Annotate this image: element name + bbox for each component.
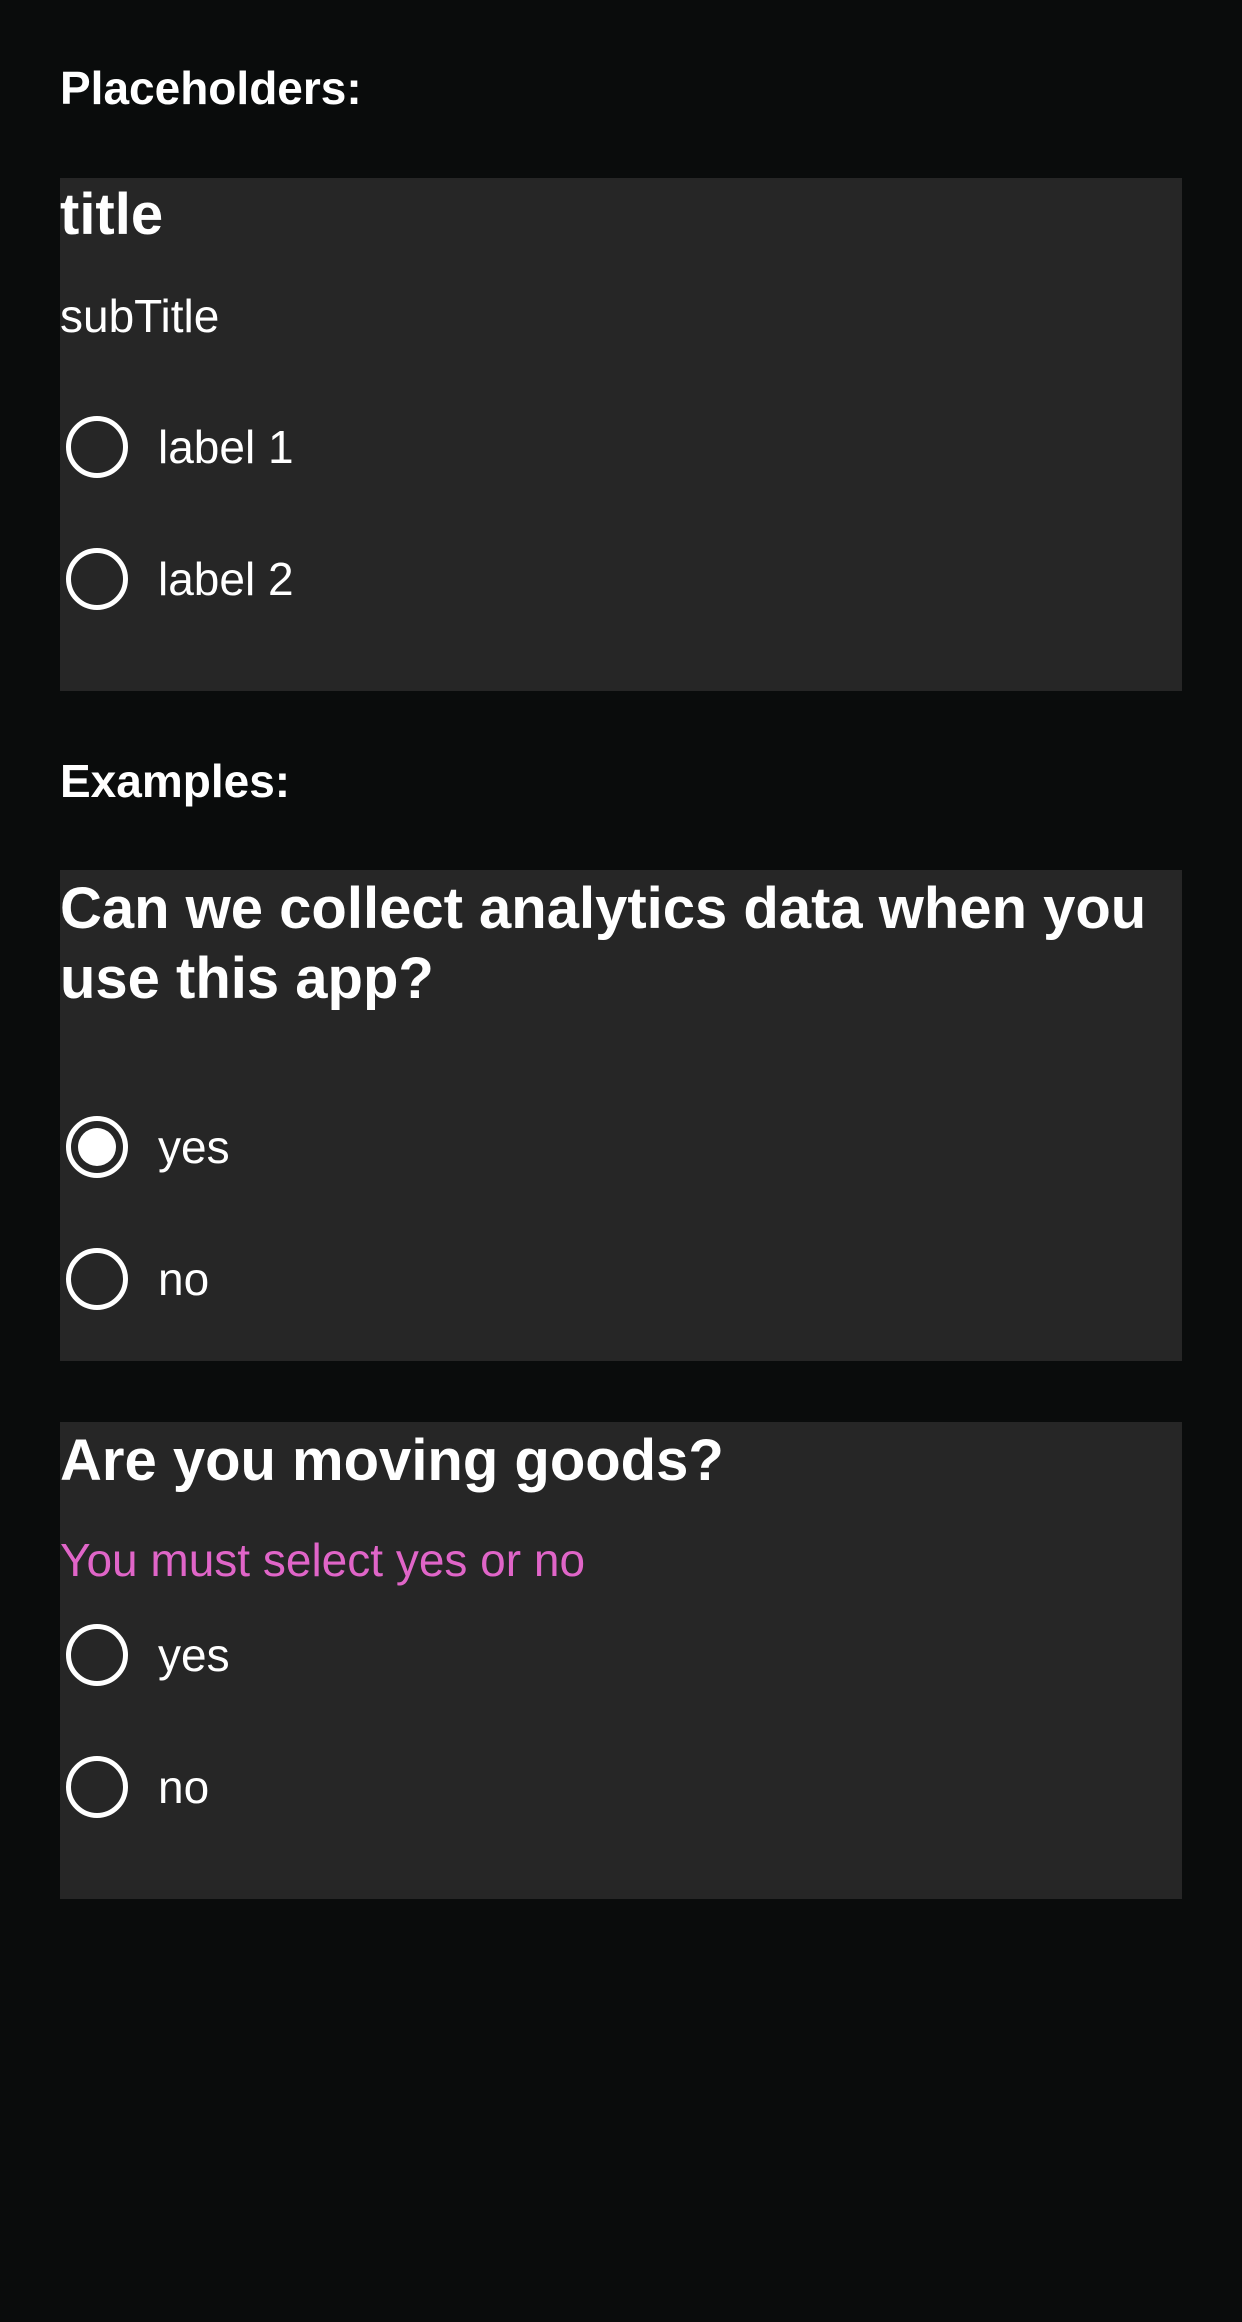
radio-unchecked-icon[interactable] bbox=[66, 1248, 128, 1310]
radio-option-label-2[interactable]: label 2 bbox=[66, 548, 294, 610]
radio-option-no[interactable]: no bbox=[66, 1756, 209, 1818]
radio-unchecked-icon[interactable] bbox=[66, 416, 128, 478]
radio-unchecked-icon[interactable] bbox=[66, 1756, 128, 1818]
radio-label: no bbox=[158, 1253, 210, 1305]
group-title: title bbox=[60, 182, 164, 247]
placeholders-heading: Placeholders: bbox=[60, 62, 362, 114]
radio-label: yes bbox=[158, 1629, 230, 1681]
examples-heading: Examples: bbox=[60, 755, 291, 807]
radio-label: yes bbox=[158, 1121, 230, 1173]
placeholder-radio-group: title subTitle label 1 label 2 bbox=[60, 178, 1182, 691]
moving-goods-question: Are you moving goods? bbox=[60, 1428, 724, 1493]
radio-option-no[interactable]: no bbox=[66, 1248, 209, 1310]
radio-label: label 1 bbox=[158, 421, 294, 473]
radio-option-yes[interactable]: yes bbox=[66, 1624, 230, 1686]
moving-goods-radio-group: Are you moving goods? You must select ye… bbox=[60, 1422, 1182, 1899]
radio-label: label 2 bbox=[158, 553, 294, 605]
radio-label: no bbox=[158, 1761, 210, 1813]
validation-error-message: You must select yes or no bbox=[60, 1534, 586, 1586]
radio-unchecked-icon[interactable] bbox=[66, 1624, 128, 1686]
radio-option-label-1[interactable]: label 1 bbox=[66, 416, 294, 478]
group-subtitle: subTitle bbox=[60, 290, 220, 342]
radio-unchecked-icon[interactable] bbox=[66, 548, 128, 610]
radio-checked-icon[interactable] bbox=[66, 1116, 128, 1178]
analytics-radio-group: Can we collect analytics data when you u… bbox=[60, 870, 1182, 1361]
analytics-question: Can we collect analytics data when you u… bbox=[60, 876, 1147, 1011]
radio-option-yes[interactable]: yes bbox=[66, 1116, 230, 1178]
